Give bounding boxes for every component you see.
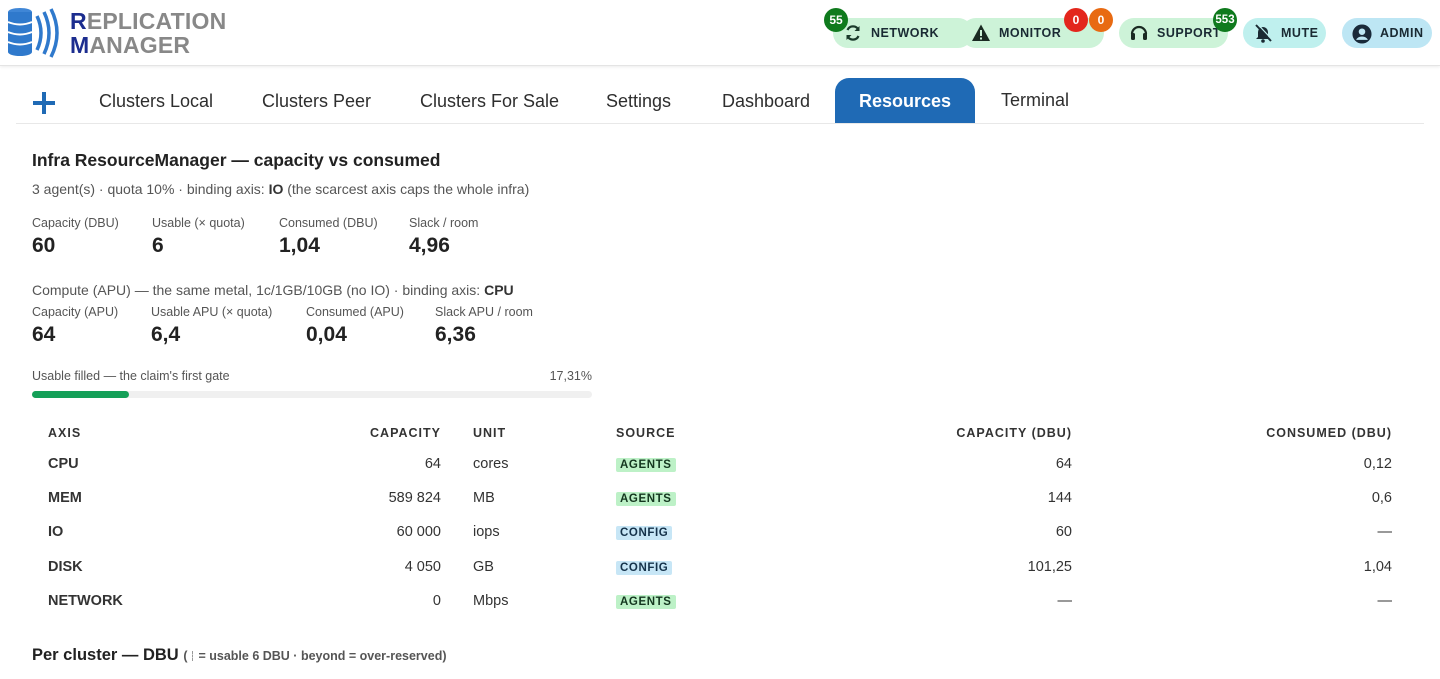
- database-logo-icon: [7, 8, 59, 58]
- support-button[interactable]: SUPPORT: [1119, 18, 1228, 48]
- infra-subline: 3 agent(s) · quota 10% · binding axis: I…: [32, 181, 530, 197]
- support-count-badge: 553: [1213, 8, 1237, 32]
- source-badge: AGENTS: [616, 595, 676, 609]
- tab-dashboard[interactable]: Dashboard: [722, 78, 810, 123]
- monitor-alert-badge: 0: [1064, 8, 1088, 32]
- support-label: SUPPORT: [1157, 26, 1221, 40]
- top-header: REPLICATION MANAGER NETWORK 55 MONITOR 0…: [0, 0, 1440, 66]
- col-header-unit: UNIT: [473, 426, 507, 440]
- per-cluster-title: Per cluster — DBU (= usable 6 DBU · beyo…: [32, 646, 447, 664]
- add-cluster-button[interactable]: [31, 90, 57, 116]
- table-row: IO 60 000 iops CONFIG 60 —: [48, 524, 1392, 540]
- col-header-capacity-dbu: CAPACITY (DBU): [956, 426, 1072, 440]
- stat-capacity-dbu: Capacity (DBU) 60: [32, 216, 119, 257]
- stat-consumed-dbu: Consumed (DBU) 1,04: [279, 216, 378, 257]
- table-row: MEM 589 824 MB AGENTS 144 0,6: [48, 490, 1392, 506]
- stat-capacity-apu: Capacity (APU) 64: [32, 305, 119, 346]
- user-circle-icon: [1352, 23, 1372, 44]
- usable-progress-percent: 17,31%: [549, 369, 592, 383]
- compute-binding-axis: CPU: [484, 282, 514, 298]
- admin-label: ADMIN: [1380, 26, 1424, 40]
- tab-terminal[interactable]: Terminal: [1001, 77, 1069, 122]
- usable-progress-fill: [32, 391, 129, 398]
- network-count-badge: 55: [824, 8, 848, 32]
- table-row: CPU 64 cores AGENTS 64 0,12: [48, 456, 1392, 472]
- tab-clusters-peer[interactable]: Clusters Peer: [262, 78, 371, 123]
- usable-progress-bar: [32, 391, 592, 398]
- app-logo[interactable]: REPLICATION MANAGER: [6, 6, 226, 60]
- bell-off-icon: [1253, 23, 1273, 43]
- infra-title: Infra ResourceManager — capacity vs cons…: [32, 150, 441, 170]
- stat-consumed-apu: Consumed (APU) 0,04: [306, 305, 404, 346]
- plus-icon: [33, 92, 55, 114]
- monitor-warning-badge: 0: [1089, 8, 1113, 32]
- col-header-axis: AXIS: [48, 426, 82, 440]
- source-badge: CONFIG: [616, 526, 673, 540]
- source-badge: AGENTS: [616, 458, 676, 472]
- binding-axis-value: IO: [268, 181, 284, 197]
- headset-icon: [1129, 23, 1149, 43]
- usable-progress-label: Usable filled — the claim's first gate: [32, 369, 230, 383]
- tab-settings[interactable]: Settings: [606, 78, 671, 123]
- main-tabs: Clusters Local Clusters Peer Clusters Fo…: [16, 78, 1424, 124]
- stat-slack-dbu: Slack / room 4,96: [409, 216, 479, 257]
- brand-name: REPLICATION MANAGER: [70, 8, 227, 58]
- compute-subline: Compute (APU) — the same metal, 1c/1GB/1…: [32, 282, 514, 298]
- mute-button[interactable]: MUTE: [1243, 18, 1326, 48]
- warning-icon: [971, 23, 991, 43]
- tab-clusters-for-sale[interactable]: Clusters For Sale: [420, 78, 559, 123]
- stat-usable-apu: Usable APU (× quota) 6,4: [151, 305, 273, 346]
- network-button[interactable]: NETWORK: [833, 18, 973, 48]
- tab-resources[interactable]: Resources: [835, 78, 975, 123]
- col-header-source: SOURCE: [616, 426, 676, 440]
- mute-label: MUTE: [1281, 26, 1319, 40]
- per-cluster-note: (= usable 6 DBU · beyond = over-reserved…: [183, 649, 447, 663]
- col-header-capacity: CAPACITY: [370, 426, 441, 440]
- source-badge: AGENTS: [616, 492, 676, 506]
- stat-usable-dbu: Usable (× quota) 6: [152, 216, 245, 257]
- tab-clusters-local[interactable]: Clusters Local: [99, 78, 213, 123]
- col-header-consumed-dbu: CONSUMED (DBU): [1266, 426, 1392, 440]
- network-label: NETWORK: [871, 26, 940, 40]
- table-row: NETWORK 0 Mbps AGENTS — —: [48, 593, 1392, 609]
- admin-button[interactable]: ADMIN: [1342, 18, 1432, 48]
- usable-marker-icon: [192, 651, 194, 661]
- monitor-label: MONITOR: [999, 26, 1062, 40]
- stat-slack-apu: Slack APU / room 6,36: [435, 305, 533, 346]
- source-badge: CONFIG: [616, 561, 673, 575]
- table-row: DISK 4 050 GB CONFIG 101,25 1,04: [48, 559, 1392, 575]
